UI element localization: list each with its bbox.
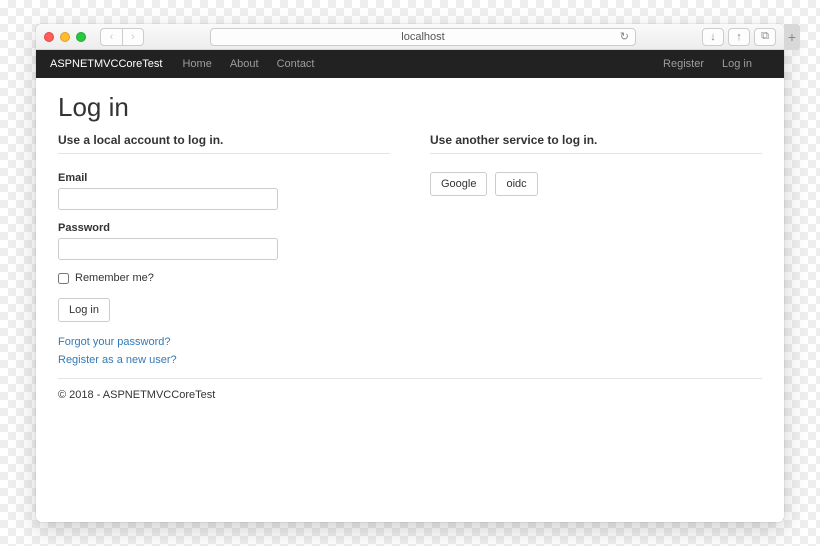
remember-checkbox[interactable] xyxy=(58,273,69,284)
app-navbar: ASPNETMVCCoreTest Home About Contact Reg… xyxy=(36,50,784,78)
navbar-brand[interactable]: ASPNETMVCCoreTest xyxy=(50,58,162,70)
reload-icon[interactable]: ↻ xyxy=(620,30,629,43)
minimize-window-button[interactable] xyxy=(60,32,70,42)
back-button[interactable]: ‹ xyxy=(100,28,122,46)
browser-toolbar: ‹ › localhost ↻ ↓ ↑ ⧉ xyxy=(36,24,784,50)
login-button[interactable]: Log in xyxy=(58,298,110,322)
email-label: Email xyxy=(58,172,390,184)
nav-link-about[interactable]: About xyxy=(230,58,259,70)
close-window-button[interactable] xyxy=(44,32,54,42)
register-new-user-link[interactable]: Register as a new user? xyxy=(58,354,390,366)
email-field[interactable] xyxy=(58,188,278,210)
tabs-button[interactable]: ⧉ xyxy=(754,28,776,46)
forward-button[interactable]: › xyxy=(122,28,144,46)
nav-link-login[interactable]: Log in xyxy=(722,58,752,70)
page-title: Log in xyxy=(58,92,762,123)
password-field[interactable] xyxy=(58,238,278,260)
new-tab-button[interactable]: + xyxy=(784,24,800,50)
external-provider-oidc[interactable]: oidc xyxy=(495,172,537,196)
nav-link-home[interactable]: Home xyxy=(182,58,211,70)
downloads-button[interactable]: ↓ xyxy=(702,28,724,46)
local-login-heading: Use a local account to log in. xyxy=(58,133,390,147)
remember-label: Remember me? xyxy=(75,272,154,284)
maximize-window-button[interactable] xyxy=(76,32,86,42)
nav-link-contact[interactable]: Contact xyxy=(277,58,315,70)
nav-link-register[interactable]: Register xyxy=(663,58,704,70)
url-text: localhost xyxy=(401,31,444,43)
external-login-heading: Use another service to log in. xyxy=(430,133,762,147)
forgot-password-link[interactable]: Forgot your password? xyxy=(58,336,390,348)
password-label: Password xyxy=(58,222,390,234)
footer-text: © 2018 - ASPNETMVCCoreTest xyxy=(58,389,762,401)
share-button[interactable]: ↑ xyxy=(728,28,750,46)
external-provider-google[interactable]: Google xyxy=(430,172,487,196)
address-bar[interactable]: localhost ↻ xyxy=(210,28,636,46)
